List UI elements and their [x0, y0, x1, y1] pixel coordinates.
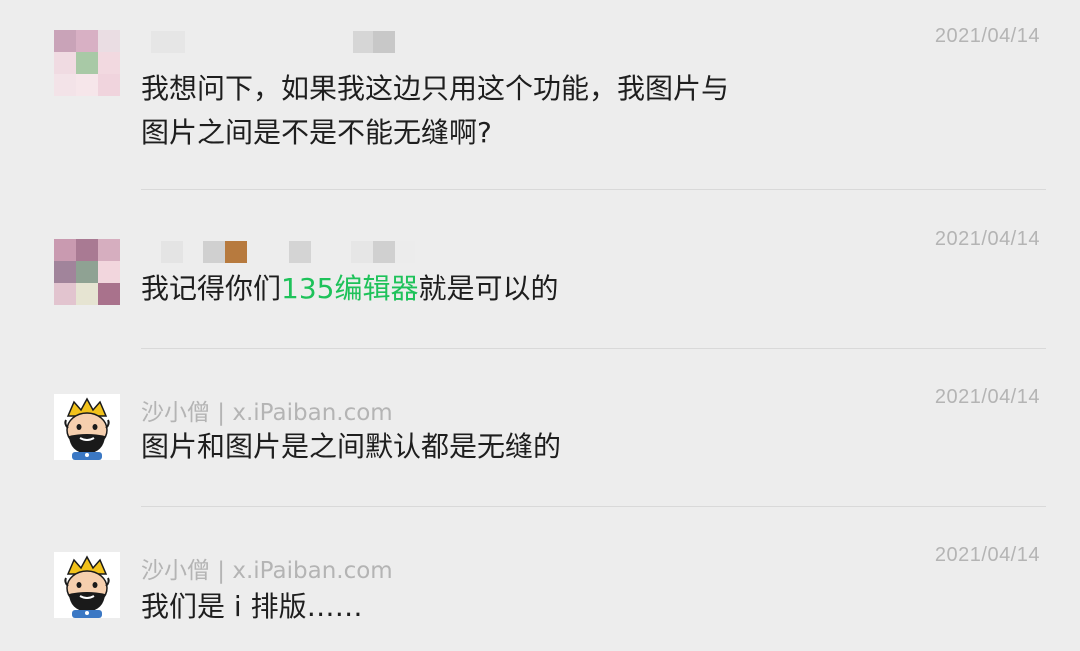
- message-date: 2021/04/14: [934, 544, 1040, 566]
- message-text-part: 就是可以的: [418, 272, 559, 305]
- message-date: 2021/04/14: [934, 386, 1040, 408]
- message-date: 2021/04/14: [934, 25, 1040, 47]
- message-text-part: 我记得你们: [141, 272, 282, 305]
- divider: [141, 348, 1046, 349]
- sender-name[interactable]: 沙小僧 | x.iPaiban.com: [141, 393, 393, 427]
- message-text: 我们是 i 排版……: [141, 590, 363, 623]
- monk-cartoon-avatar-icon[interactable]: [54, 552, 120, 618]
- divider: [141, 506, 1046, 507]
- message-text-line: 我想问下，如果我这边只用这个功能，我图片与: [141, 72, 730, 105]
- monk-cartoon-avatar-icon[interactable]: [54, 394, 120, 460]
- message-text: 我记得你们135编辑器就是可以的: [141, 266, 558, 312]
- message-date: 2021/04/14: [934, 228, 1040, 250]
- message-text-line: 图片之间是不是不能无缝啊?: [141, 116, 492, 149]
- highlight-link[interactable]: 135编辑器: [281, 272, 418, 305]
- pixelated-avatar-icon[interactable]: [54, 239, 120, 305]
- sender-name[interactable]: 沙小僧 | x.iPaiban.com: [141, 551, 393, 585]
- divider: [141, 189, 1046, 190]
- message-text: 图片和图片是之间默认都是无缝的: [141, 430, 562, 463]
- pixelated-avatar-icon[interactable]: [54, 30, 120, 96]
